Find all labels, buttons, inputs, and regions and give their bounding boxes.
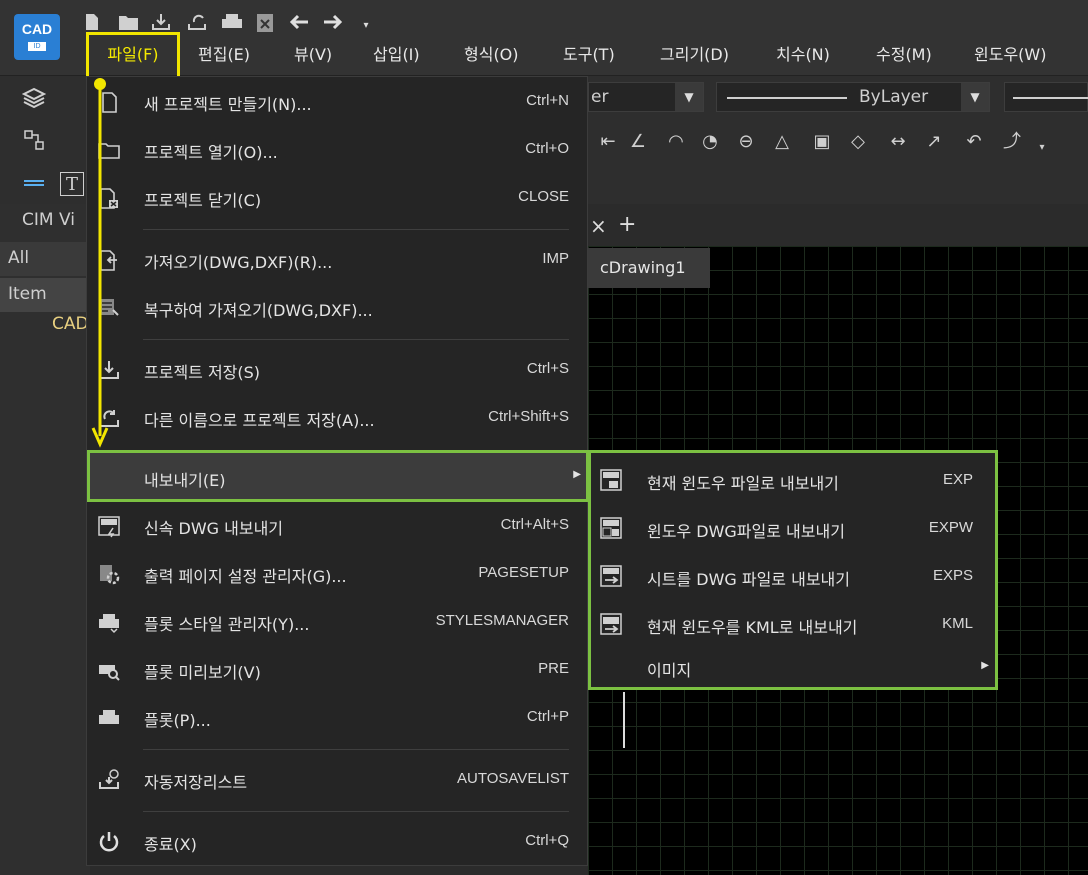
menu-format[interactable]: 형식(O) — [464, 42, 519, 68]
submenu-item-image[interactable]: 이미지 ▶ — [591, 649, 995, 685]
menu-item-plot-preview[interactable]: 플롯 미리보기(V) PRE — [87, 649, 587, 691]
customize-dropdown-icon[interactable]: ▾ — [356, 16, 376, 36]
power-icon — [97, 830, 121, 854]
dim-linear-icon[interactable]: ⇤ — [596, 130, 620, 154]
lineweight-combo[interactable] — [1004, 82, 1088, 112]
menu-item-import[interactable]: 가져오기(DWG,DXF)(R)... IMP — [87, 239, 587, 281]
menu-item-autosave-list[interactable]: 자동저장리스트 AUTOSAVELIST — [87, 759, 587, 801]
new-file-icon[interactable] — [82, 12, 102, 32]
filter-label: All — [8, 248, 30, 268]
dwg-sheet-export-icon — [599, 564, 625, 588]
close-tab-icon[interactable]: × — [590, 214, 607, 238]
annotation-arrow — [91, 78, 109, 448]
open-folder-icon[interactable] — [118, 12, 138, 32]
linetype-combo[interactable]: ByLayer ▼ — [716, 82, 990, 112]
close-file-icon[interactable] — [254, 12, 274, 32]
export-highlight — [87, 450, 589, 502]
hierarchy-icon[interactable] — [22, 128, 46, 152]
menu-item-plot[interactable]: 플롯(P)... Ctrl+P — [87, 697, 587, 739]
kml-export-icon — [599, 612, 625, 636]
toolbar-overflow-icon[interactable]: ▾ — [1030, 136, 1054, 160]
menu-item-open-project[interactable]: 프로젝트 열기(O)... Ctrl+O — [87, 129, 587, 171]
submenu-item-export-sheet-dwg[interactable]: 시트를 DWG 파일로 내보내기 EXPS — [591, 553, 995, 599]
lineweight-preview — [1013, 97, 1088, 99]
menu-item-save-as[interactable]: 다른 이름으로 프로젝트 저장(A)... Ctrl+Shift+S — [87, 397, 587, 439]
dwg-window-export-icon — [599, 516, 625, 540]
menu-view[interactable]: 뷰(V) — [294, 42, 332, 68]
dim-angular-icon[interactable]: △ — [770, 130, 794, 154]
dim-arc-length-icon[interactable]: ↶ — [962, 130, 986, 154]
menu-modify[interactable]: 수정(M) — [876, 42, 932, 68]
menu-item-recover-import[interactable]: 복구하여 가져오기(DWG,DXF)... — [87, 287, 587, 329]
redo-icon[interactable] — [322, 12, 343, 32]
print-icon[interactable] — [220, 12, 242, 32]
app-logo: CAD ID — [14, 14, 60, 60]
menu-item-close-project[interactable]: 프로젝트 닫기(C) CLOSE — [87, 177, 587, 219]
crosshair-cursor — [623, 692, 625, 748]
dwg-quick-export-icon — [97, 514, 121, 538]
tree-item-cad[interactable]: CAD — [52, 314, 89, 334]
submenu-item-export-window-dwg[interactable]: 윈도우 DWG파일로 내보내기 EXPW — [591, 505, 995, 551]
layers-icon[interactable] — [21, 86, 47, 110]
linetype-preview — [727, 97, 847, 99]
dim-diameter-icon[interactable]: ⊖ — [734, 130, 758, 154]
dim-angle-icon[interactable]: ∠ — [626, 130, 650, 154]
menu-separator — [143, 229, 569, 230]
dim-arc-icon[interactable]: ◠ — [664, 130, 688, 154]
add-tab-icon[interactable]: + — [618, 212, 636, 237]
dim-ordinate-icon[interactable]: ⤴ — [1000, 130, 1024, 154]
printer-icon — [97, 706, 121, 730]
menu-dimension[interactable]: 치수(N) — [776, 42, 830, 68]
document-tab-strip — [588, 204, 1088, 246]
submenu-item-export-current-window[interactable]: 현재 윈도우 파일로 내보내기 EXP — [591, 457, 995, 503]
box-3d-icon[interactable]: ▣ — [810, 130, 834, 154]
menu-separator — [143, 749, 569, 750]
menu-item-exit[interactable]: 종료(X) Ctrl+Q — [87, 821, 587, 863]
page-setup-icon — [97, 562, 121, 586]
submenu-item-export-kml[interactable]: 현재 윈도우를 KML로 내보내기 KML — [591, 601, 995, 647]
menu-separator — [143, 811, 569, 812]
menu-window[interactable]: 윈도우(W) — [974, 42, 1046, 68]
column-header-item: Item — [8, 284, 47, 304]
chevron-down-icon[interactable]: ▼ — [961, 83, 989, 111]
panel-title: CIM Vi — [22, 210, 75, 230]
menu-separator — [143, 339, 569, 340]
autosave-list-icon — [97, 768, 121, 792]
plot-style-icon — [97, 610, 121, 634]
undo-icon[interactable] — [288, 12, 308, 32]
export-submenu: 현재 윈도우 파일로 내보내기 EXP 윈도우 DWG파일로 내보내기 EXPW… — [588, 450, 998, 690]
menu-insert[interactable]: 삽입(I) — [373, 42, 420, 68]
plot-preview-icon — [97, 658, 121, 682]
dim-continue-icon[interactable]: ↔ — [886, 130, 910, 154]
pyramid-icon[interactable]: ◇ — [846, 130, 870, 154]
menu-item-quick-dwg-export[interactable]: 신속 DWG 내보내기 Ctrl+Alt+S — [87, 505, 587, 547]
menu-edit[interactable]: 편집(E) — [198, 42, 250, 68]
dim-radius-icon[interactable]: ◔ — [698, 130, 722, 154]
filter-bar[interactable]: All — [0, 242, 90, 276]
menu-draw[interactable]: 그리기(D) — [660, 42, 729, 68]
dim-leader-icon[interactable]: ↗ — [922, 130, 946, 154]
file-menu-highlight — [86, 32, 180, 82]
save-as-icon[interactable] — [186, 12, 206, 32]
column-header: Item — [0, 278, 90, 312]
submenu-arrow-icon: ▶ — [981, 660, 989, 671]
layer-combo[interactable]: er ▼ — [588, 82, 704, 112]
menu-item-save-project[interactable]: 프로젝트 저장(S) Ctrl+S — [87, 349, 587, 391]
text-style-icon[interactable] — [22, 172, 46, 196]
chevron-down-icon[interactable]: ▼ — [675, 83, 703, 111]
text-icon[interactable]: T — [60, 172, 84, 196]
drawing-tab[interactable]: cDrawing1 — [588, 248, 710, 288]
menu-item-page-setup[interactable]: 출력 페이지 설정 관리자(G)... PAGESETUP — [87, 553, 587, 595]
menu-item-plot-style-manager[interactable]: 플롯 스타일 관리자(Y)... STYLESMANAGER — [87, 601, 587, 643]
save-icon[interactable] — [150, 12, 170, 32]
menu-item-new-project[interactable]: 새 프로젝트 만들기(N)... Ctrl+N — [87, 81, 587, 123]
menu-tools[interactable]: 도구(T) — [563, 42, 615, 68]
dwg-export-icon — [599, 468, 625, 492]
